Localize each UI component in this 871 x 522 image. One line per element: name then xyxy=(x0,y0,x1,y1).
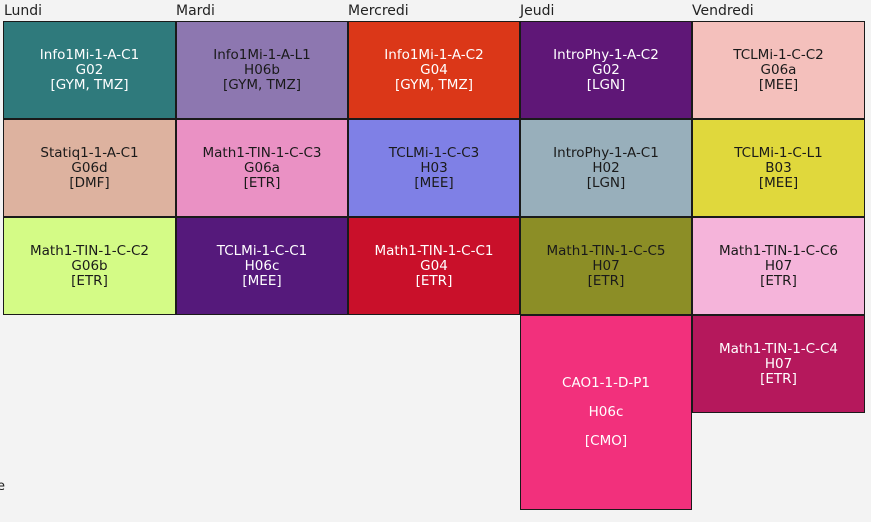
course-room: H06c xyxy=(588,404,624,420)
course-teachers: [MEE] xyxy=(758,174,799,191)
course-block[interactable]: Statiq1-1-A-C1 G06d [DMF] xyxy=(3,119,176,217)
course-room: H07 xyxy=(764,257,793,274)
course-teachers: [ETR] xyxy=(243,174,281,191)
course-name: Info1Mi-1-A-L1 xyxy=(213,46,311,63)
course-teachers: [MEE] xyxy=(414,174,454,191)
course-block[interactable]: CAO1-1-D-P1 H06c [CMO] xyxy=(520,315,692,510)
course-room: H07 xyxy=(764,355,793,372)
course-teachers: [ETR] xyxy=(587,272,625,289)
edge-text: e xyxy=(0,479,5,494)
course-block[interactable]: Info1Mi-1-A-C1 G02 [GYM, TMZ] xyxy=(3,21,176,119)
course-teachers: [CMO] xyxy=(584,433,628,449)
course-block[interactable]: Math1-TIN-1-C-C5 H07 [ETR] xyxy=(520,217,692,315)
course-room: H02 xyxy=(592,159,620,176)
course-teachers: [GYM, TMZ] xyxy=(223,76,301,93)
course-block[interactable]: TCLMi-1-C-C3 H03 [MEE] xyxy=(348,119,520,217)
day-header-mercredi: Mercredi xyxy=(348,3,409,19)
day-header-mardi: Mardi xyxy=(176,3,215,19)
course-room: H03 xyxy=(420,159,448,176)
course-room: H06c xyxy=(244,257,280,274)
course-name: Info1Mi-1-A-C1 xyxy=(39,46,140,63)
course-room: G04 xyxy=(420,257,448,274)
course-name: Math1-TIN-1-C-C3 xyxy=(202,144,322,161)
course-room: B03 xyxy=(765,159,792,176)
course-teachers: [DMF] xyxy=(69,174,110,191)
course-block[interactable]: Math1-TIN-1-C-C3 G06a [ETR] xyxy=(176,119,348,217)
course-name: IntroPhy-1-A-C1 xyxy=(553,144,659,161)
course-room: G02 xyxy=(75,61,104,78)
course-block[interactable]: Math1-TIN-1-C-C4 H07 [ETR] xyxy=(692,315,865,413)
course-teachers: [LGN] xyxy=(586,76,626,93)
course-name: Info1Mi-1-A-C2 xyxy=(384,46,484,63)
course-name: TCLMi-1-C-C1 xyxy=(216,242,308,259)
course-name: IntroPhy-1-A-C2 xyxy=(553,46,659,63)
course-block[interactable]: TCLMi-1-C-L1 B03 [MEE] xyxy=(692,119,865,217)
course-teachers: [ETR] xyxy=(760,272,797,289)
course-room: G06a xyxy=(244,159,280,176)
course-room: H06b xyxy=(244,61,280,78)
course-teachers: [LGN] xyxy=(586,174,626,191)
course-room: H07 xyxy=(592,257,620,274)
course-block[interactable]: Info1Mi-1-A-L1 H06b [GYM, TMZ] xyxy=(176,21,348,119)
course-block[interactable]: Info1Mi-1-A-C2 G04 [GYM, TMZ] xyxy=(348,21,520,119)
course-name: TCLMi-1-C-C2 xyxy=(733,46,824,63)
course-teachers: [GYM, TMZ] xyxy=(395,76,473,93)
course-block[interactable]: TCLMi-1-C-C2 G06a [MEE] xyxy=(692,21,865,119)
course-room: G06b xyxy=(71,257,108,274)
course-name: Math1-TIN-1-C-C4 xyxy=(719,340,838,357)
course-teachers: [ETR] xyxy=(71,272,108,289)
course-room: G02 xyxy=(592,61,620,78)
course-name: CAO1-1-D-P1 xyxy=(562,375,650,391)
course-teachers: [ETR] xyxy=(760,370,797,387)
course-name: Math1-TIN-1-C-C2 xyxy=(30,242,149,259)
course-teachers: [MEE] xyxy=(242,272,282,289)
course-block[interactable]: TCLMi-1-C-C1 H06c [MEE] xyxy=(176,217,348,315)
course-room: G06a xyxy=(760,61,797,78)
course-block[interactable]: Math1-TIN-1-C-C1 G04 [ETR] xyxy=(348,217,520,315)
course-block[interactable]: IntroPhy-1-A-C1 H02 [LGN] xyxy=(520,119,692,217)
course-name: TCLMi-1-C-C3 xyxy=(388,144,480,161)
day-header-jeudi: Jeudi xyxy=(520,3,555,19)
course-name: Math1-TIN-1-C-C6 xyxy=(719,242,838,259)
course-room: G04 xyxy=(420,61,448,78)
course-teachers: [MEE] xyxy=(758,76,799,93)
course-name: TCLMi-1-C-L1 xyxy=(734,144,823,161)
day-header-lundi: Lundi xyxy=(4,3,43,19)
day-header-vendredi: Vendredi xyxy=(692,3,754,19)
course-teachers: [GYM, TMZ] xyxy=(50,76,129,93)
course-name: Math1-TIN-1-C-C1 xyxy=(374,242,494,259)
course-block[interactable]: IntroPhy-1-A-C2 G02 [LGN] xyxy=(520,21,692,119)
course-name: Statiq1-1-A-C1 xyxy=(40,144,139,161)
course-block[interactable]: Math1-TIN-1-C-C2 G06b [ETR] xyxy=(3,217,176,315)
course-room: G06d xyxy=(71,159,108,176)
course-teachers: [ETR] xyxy=(415,272,453,289)
course-block[interactable]: Math1-TIN-1-C-C6 H07 [ETR] xyxy=(692,217,865,315)
course-name: Math1-TIN-1-C-C5 xyxy=(546,242,666,259)
